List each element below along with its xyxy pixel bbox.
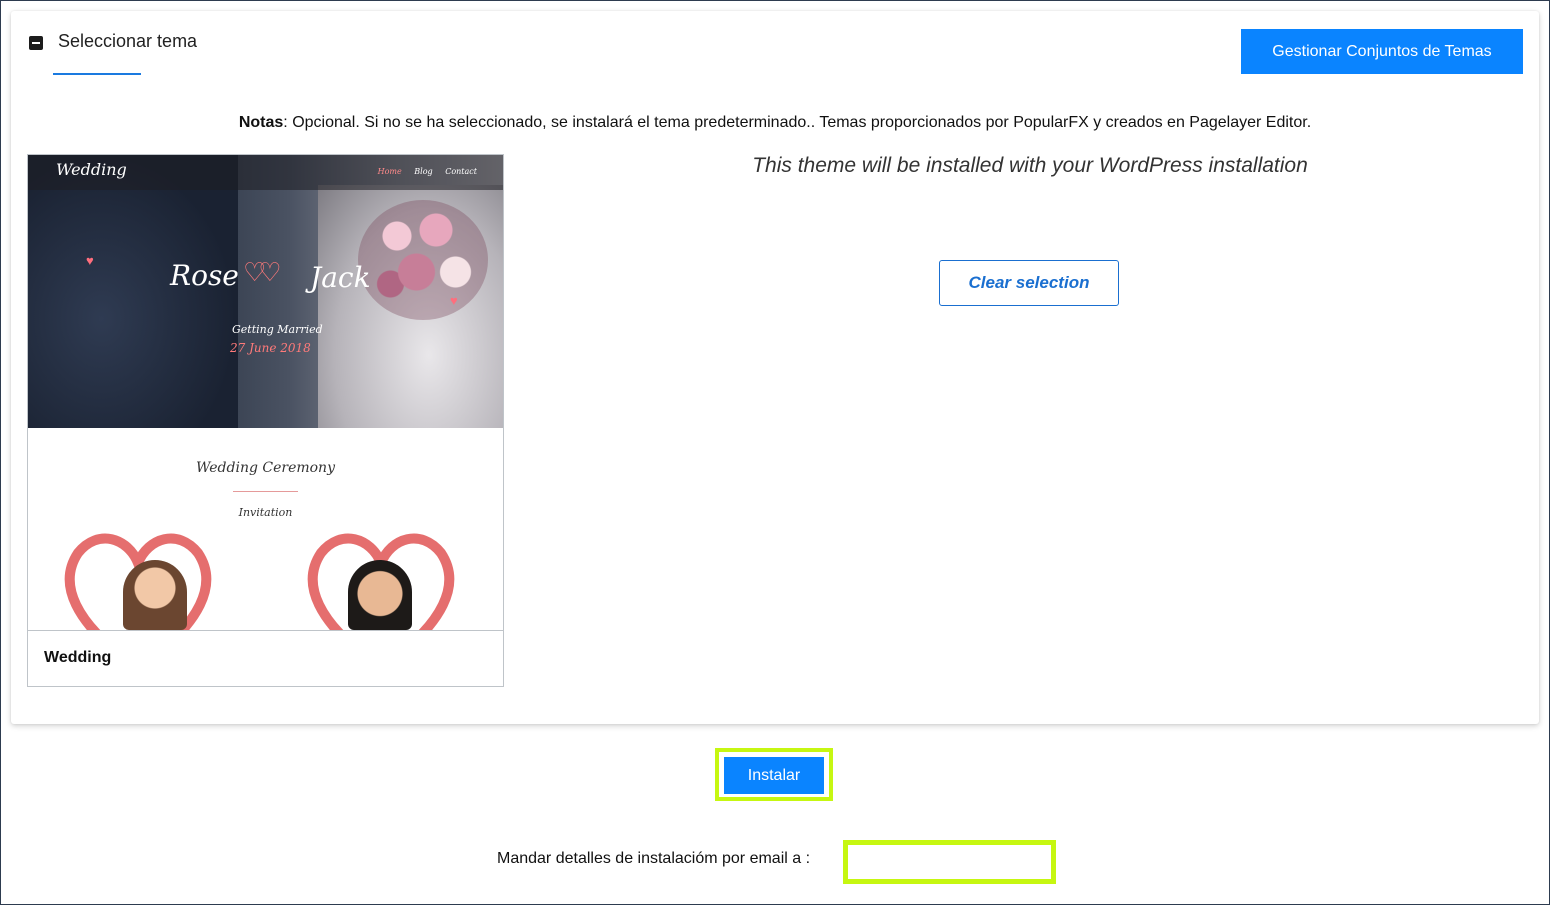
theme-thumbnail[interactable]: Wedding Home Blog Contact ♥ ♥ Rose ♡♡ Ja… [28, 155, 503, 630]
install-button[interactable]: Instalar [724, 757, 824, 794]
manage-theme-sets-button[interactable]: Gestionar Conjuntos de Temas [1241, 29, 1523, 74]
preview-subtitle: Getting Married [232, 323, 323, 336]
title-underline [53, 73, 141, 75]
heart-icon: ♥ [450, 293, 458, 308]
collapse-icon[interactable] [29, 36, 43, 50]
preview-navbar: Wedding Home Blog Contact [28, 155, 503, 190]
email-label: Mandar detalles de instalacióm por email… [497, 850, 811, 867]
bride-photo [123, 560, 187, 630]
hero-image: Wedding Home Blog Contact ♥ ♥ Rose ♡♡ Ja… [28, 155, 503, 428]
bride-name: Rose [170, 259, 239, 292]
notes-label: Notas [238, 114, 284, 131]
heart-icon: ♥ [86, 253, 94, 268]
preview-logo: Wedding [56, 160, 127, 179]
clear-selection-button[interactable]: Clear selection [939, 260, 1119, 306]
preview-ceremony: Wedding Ceremony [196, 460, 335, 476]
notes-body: : Opcional. Si no se ha seleccionado, se… [283, 114, 1312, 131]
preview-nav-blog: Blog [414, 167, 433, 176]
groom-name: Jack [310, 261, 371, 294]
preview-date: 27 June 2018 [230, 341, 311, 355]
section-title: Seleccionar tema [58, 31, 198, 51]
preview-nav-home: Home [377, 167, 402, 176]
double-heart-icon: ♡♡ [243, 257, 282, 287]
preview-invitation: Invitation [238, 506, 293, 519]
bouquet [358, 200, 488, 320]
notes-text: Notas: Opcional. Si no se ha seleccionad… [11, 114, 1539, 132]
theme-card-wedding[interactable]: Wedding Home Blog Contact ♥ ♥ Rose ♡♡ Ja… [27, 154, 504, 687]
selected-theme-info: This theme will be installed with your W… [752, 154, 1308, 177]
preview-nav-contact: Contact [445, 167, 477, 176]
select-theme-panel: Seleccionar tema Gestionar Conjuntos de … [11, 11, 1539, 724]
groom-photo [348, 560, 412, 630]
theme-name: Wedding [44, 649, 112, 666]
card-divider [28, 630, 503, 631]
preview-nav-links: Home Blog Contact [368, 167, 477, 176]
email-input[interactable] [843, 840, 1056, 884]
ceremony-divider [233, 491, 298, 492]
install-highlight: Instalar [715, 748, 833, 801]
